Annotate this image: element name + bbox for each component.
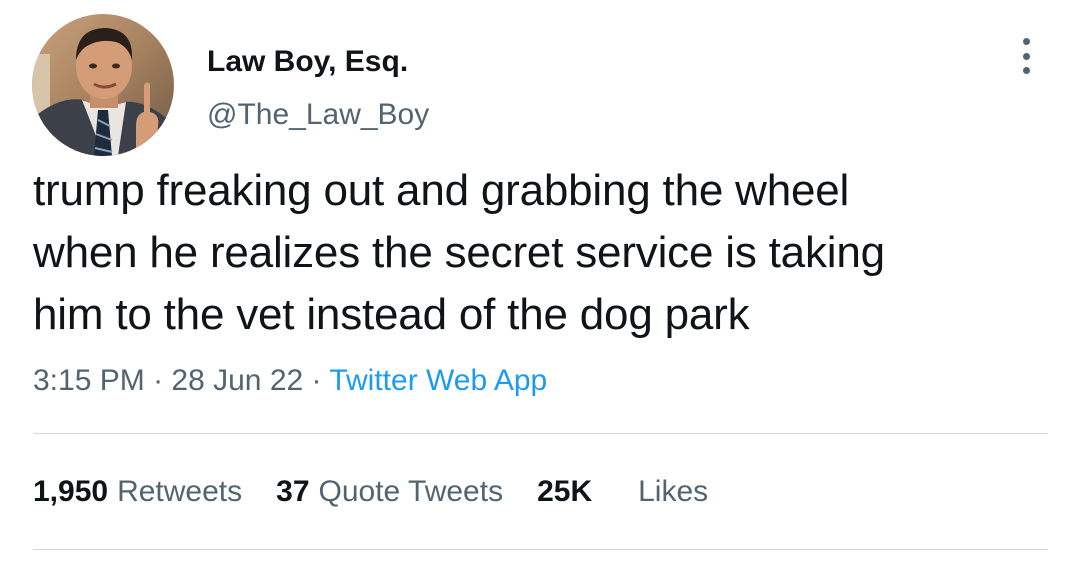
tweet-source-link[interactable]: Twitter Web App <box>329 364 547 397</box>
tweet-text-line: him to the vet instead of the dog park <box>33 290 750 339</box>
quote-tweets-stat[interactable]: 37 Quote Tweets <box>276 473 503 511</box>
more-dot <box>1022 67 1030 74</box>
author-display-name[interactable]: Law Boy, Esq. <box>207 44 408 80</box>
more-dot <box>1022 52 1030 60</box>
retweets-stat[interactable]: 1,950 Retweets <box>33 473 242 511</box>
tweet-stats: 1,950 Retweets 37 Quote Tweets 25K Likes <box>33 473 742 511</box>
tweet-metadata: 3:15 PM · 28 Jun 22 · Twitter Web App <box>33 362 547 400</box>
tweet-time[interactable]: 3:15 PM <box>33 364 145 397</box>
avatar[interactable] <box>32 14 174 156</box>
retweets-label: Retweets <box>117 475 243 508</box>
tweet-text-line: trump freaking out and grabbing the whee… <box>33 166 850 215</box>
more-options-icon[interactable] <box>1012 38 1040 74</box>
likes-count: 25K <box>537 475 593 508</box>
divider <box>33 549 1048 550</box>
likes-stat[interactable]: 25K Likes <box>537 473 708 511</box>
meta-separator: · <box>153 364 164 397</box>
divider <box>33 433 1048 434</box>
author-handle[interactable]: @The_Law_Boy <box>207 97 429 133</box>
likes-label: Likes <box>638 475 709 508</box>
tweet-text: trump freaking out and grabbing the whee… <box>33 160 1033 346</box>
retweets-count: 1,950 <box>33 475 109 508</box>
tweet-date[interactable]: 28 Jun 22 <box>171 364 303 397</box>
tweet-text-line: when he realizes the secret service is t… <box>33 228 885 277</box>
quote-tweets-count: 37 <box>276 475 310 508</box>
more-dot <box>1022 38 1030 45</box>
meta-separator: · <box>311 364 322 397</box>
quote-tweets-label: Quote Tweets <box>318 475 504 508</box>
